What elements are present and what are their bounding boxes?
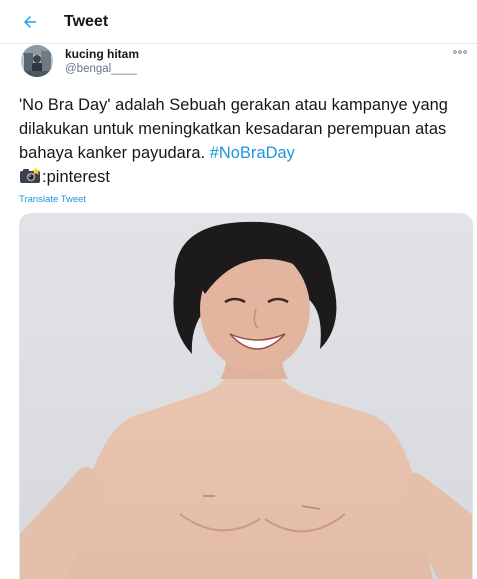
tweet-author: kucing hitam @bengal____ [19,43,471,85]
more-button[interactable] [451,45,469,59]
hashtag-link[interactable]: #NoBraDay [210,144,295,162]
source-text: :pinterest [42,168,110,186]
arrow-left-icon [24,15,36,28]
page-title: Tweet [64,12,109,30]
author-name[interactable]: kucing hitam [65,47,139,61]
tweet-text: 'No Bra Day' adalah Sebuah gerakan atau … [19,93,467,189]
camera-flash-emoji-icon [19,167,41,184]
tweet-page: Tweet kucing hitam @bengal____ 'No Bra D… [0,0,477,579]
top-bar: Tweet [0,0,477,44]
translate-tweet-link[interactable]: Translate Tweet [19,194,86,205]
back-button[interactable] [18,10,42,34]
photo-illustration [20,214,472,579]
avatar[interactable] [21,45,53,77]
tweet-media-photo[interactable] [19,213,473,579]
more-dots-icon [453,50,467,54]
author-handle[interactable]: @bengal____ [65,63,137,75]
